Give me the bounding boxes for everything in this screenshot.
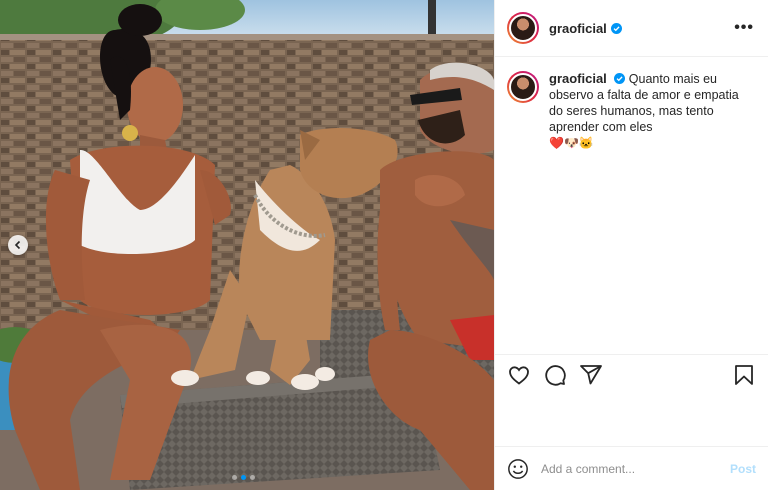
- caption-text: graoficial Quanto mais eu observo a falt…: [549, 71, 756, 151]
- caption-username[interactable]: graoficial: [549, 71, 607, 86]
- emoji-icon[interactable]: [507, 458, 529, 480]
- post-comment-button[interactable]: Post: [730, 462, 756, 476]
- post-image: [0, 0, 494, 490]
- post-photo[interactable]: [0, 0, 494, 490]
- username-link[interactable]: graoficial: [549, 21, 607, 36]
- carousel-indicator: [232, 475, 255, 480]
- comment-icon[interactable]: [543, 363, 567, 387]
- instagram-post: graoficial ••• graoficial Quanto mais eu…: [0, 0, 768, 490]
- comment-form: Post: [495, 446, 768, 490]
- share-icon[interactable]: [579, 363, 603, 387]
- post-actions: [495, 354, 768, 446]
- post-header: graoficial •••: [495, 0, 768, 57]
- carousel-dot: [232, 475, 237, 480]
- carousel-dot-active: [241, 475, 246, 480]
- caption-avatar[interactable]: [507, 71, 539, 103]
- post-caption: graoficial Quanto mais eu observo a falt…: [495, 57, 768, 151]
- comment-input[interactable]: [541, 461, 730, 476]
- post-side-panel: graoficial ••• graoficial Quanto mais eu…: [494, 0, 768, 490]
- heart-icon[interactable]: [507, 363, 531, 387]
- bookmark-icon[interactable]: [732, 363, 756, 387]
- avatar[interactable]: [507, 12, 539, 44]
- verified-badge-icon: [614, 73, 626, 84]
- more-options-icon[interactable]: •••: [734, 19, 754, 37]
- caption-emojis: ❤️🐶🐱: [549, 136, 594, 150]
- previous-arrow-icon: [14, 240, 21, 250]
- carousel-dot: [250, 475, 255, 480]
- previous-photo-button[interactable]: [8, 235, 28, 255]
- verified-badge-icon: [610, 22, 622, 34]
